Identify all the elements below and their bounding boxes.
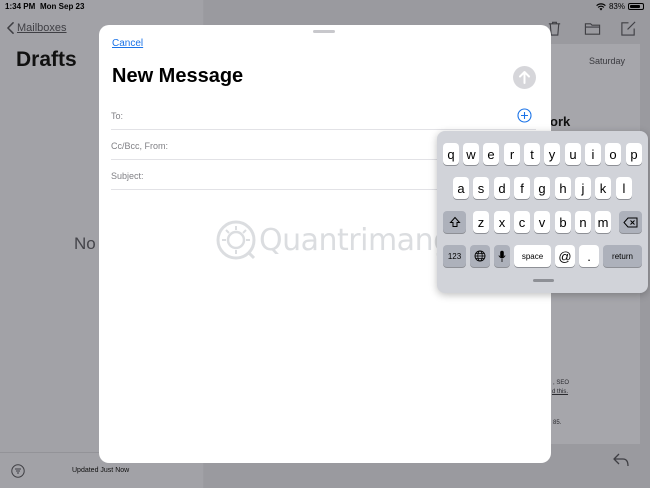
key-s[interactable]: s	[473, 177, 489, 199]
key-f[interactable]: f	[514, 177, 530, 199]
key-i[interactable]: i	[585, 143, 601, 165]
empty-state-text: No	[74, 234, 96, 253]
status-date: Mon Sep 23	[40, 2, 85, 11]
status-right: 83%	[596, 2, 644, 11]
status-time: 1:34 PM	[5, 2, 36, 11]
key-d[interactable]: d	[494, 177, 510, 199]
mailbox-title: Drafts	[16, 48, 77, 71]
key-v[interactable]: v	[534, 211, 550, 233]
key-a[interactable]: a	[453, 177, 469, 199]
filter-icon[interactable]	[11, 464, 25, 478]
sheet-grabber[interactable]	[313, 30, 335, 33]
message-subject-fragment: ork	[550, 114, 571, 129]
key-g[interactable]: g	[534, 177, 550, 199]
key-u[interactable]: u	[565, 143, 581, 165]
globe-key[interactable]	[470, 245, 490, 267]
key-n[interactable]: n	[575, 211, 591, 233]
key-h[interactable]: h	[555, 177, 571, 199]
key-b[interactable]: b	[555, 211, 571, 233]
send-button[interactable]	[513, 66, 536, 89]
reply-icon[interactable]	[612, 452, 630, 468]
add-contact-icon[interactable]	[517, 108, 532, 123]
send-arrow-icon	[519, 71, 530, 84]
wifi-icon	[596, 2, 606, 10]
space-key[interactable]: space	[514, 245, 551, 267]
battery-percent: 83%	[608, 2, 625, 11]
key-c[interactable]: c	[514, 211, 530, 233]
key-r[interactable]: r	[504, 143, 520, 165]
subject-label: Subject:	[111, 171, 144, 181]
key-x[interactable]: x	[494, 211, 510, 233]
updated-status: Updated Just Now	[72, 467, 130, 474]
message-body-fragment: , SEO	[553, 380, 570, 386]
compose-icon[interactable]	[620, 20, 637, 37]
to-field[interactable]: To:	[111, 100, 536, 130]
shift-key[interactable]	[443, 211, 466, 233]
chevron-left-icon	[7, 22, 14, 34]
compose-title: New Message	[112, 65, 244, 87]
period-key[interactable]: .	[579, 245, 599, 267]
key-j[interactable]: j	[575, 177, 591, 199]
globe-icon	[474, 250, 486, 262]
cancel-button[interactable]: Cancel	[112, 38, 143, 49]
key-t[interactable]: t	[524, 143, 540, 165]
cc-bcc-from-label: Cc/Bcc, From:	[111, 141, 169, 151]
microphone-icon	[498, 250, 506, 262]
key-w[interactable]: w	[463, 143, 479, 165]
key-l[interactable]: l	[616, 177, 632, 199]
battery-icon	[628, 3, 644, 10]
key-q[interactable]: q	[443, 143, 459, 165]
message-body-fragment: d this.	[552, 389, 569, 395]
watermark-logo-icon	[216, 220, 256, 260]
key-o[interactable]: o	[605, 143, 621, 165]
message-date: Saturday	[589, 56, 626, 66]
to-label: To:	[111, 111, 124, 121]
numbers-key[interactable]: 123	[443, 245, 466, 267]
folder-icon[interactable]	[584, 20, 601, 37]
return-key[interactable]: return	[603, 245, 642, 267]
key-m[interactable]: m	[595, 211, 611, 233]
at-key[interactable]: @	[555, 245, 575, 267]
key-z[interactable]: z	[473, 211, 489, 233]
key-y[interactable]: y	[544, 143, 560, 165]
dictation-key[interactable]	[494, 245, 510, 267]
key-k[interactable]: k	[595, 177, 611, 199]
key-e[interactable]: e	[483, 143, 499, 165]
back-label: Mailboxes	[17, 22, 67, 34]
message-body-fragment: 85.	[553, 420, 562, 426]
back-to-mailboxes-button[interactable]: Mailboxes	[6, 22, 67, 34]
keyboard-drag-handle[interactable]	[533, 279, 554, 282]
key-p[interactable]: p	[626, 143, 642, 165]
watermark-text: Quantrimang	[259, 222, 452, 258]
floating-keyboard: q w e r t y u i o p a s d f g h j k l z …	[437, 131, 648, 293]
delete-icon	[623, 217, 638, 227]
status-bar: 1:34 PM Mon Sep 23 83%	[0, 0, 650, 14]
watermark: Quantrimang	[215, 219, 452, 261]
shift-icon	[448, 216, 461, 227]
delete-key[interactable]	[619, 211, 642, 233]
